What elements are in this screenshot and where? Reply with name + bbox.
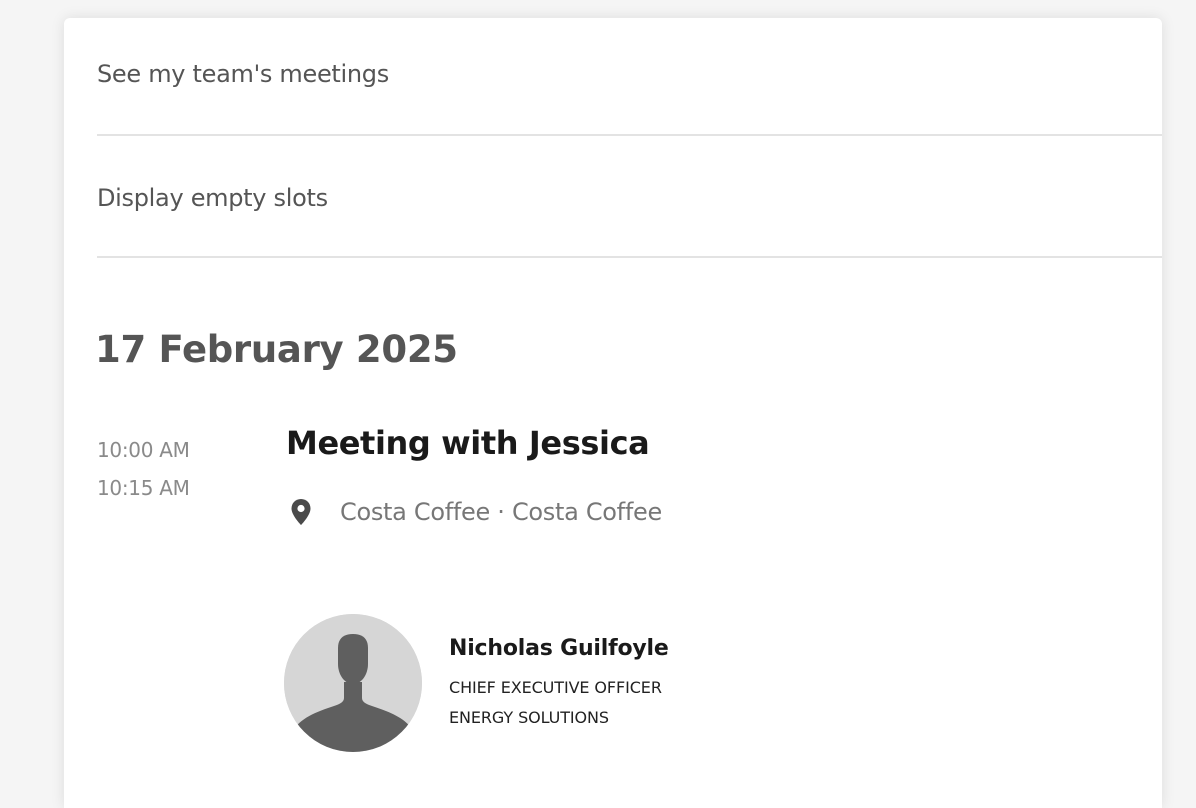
location-text: Costa Coffee · Costa Coffee bbox=[340, 498, 662, 526]
display-empty-slots-option[interactable]: Display empty slots bbox=[97, 184, 1162, 212]
meeting-title[interactable]: Meeting with Jessica bbox=[286, 424, 650, 462]
meeting-start-time: 10:00 AM bbox=[97, 438, 190, 462]
attendee-name[interactable]: Nicholas Guilfoyle bbox=[449, 636, 669, 661]
date-heading: 17 February 2025 bbox=[95, 328, 458, 371]
meeting-location: Costa Coffee · Costa Coffee bbox=[290, 498, 662, 526]
attendee-role: CHIEF EXECUTIVE OFFICER bbox=[449, 678, 662, 697]
avatar[interactable] bbox=[284, 614, 422, 752]
divider bbox=[97, 134, 1162, 136]
attendee-company: ENERGY SOLUTIONS bbox=[449, 708, 609, 727]
schedule-panel: See my team's meetings Display empty slo… bbox=[64, 18, 1162, 808]
map-pin-icon bbox=[291, 499, 311, 525]
divider bbox=[97, 256, 1162, 258]
user-silhouette-icon bbox=[284, 614, 422, 752]
see-team-meetings-option[interactable]: See my team's meetings bbox=[97, 60, 1162, 88]
meeting-end-time: 10:15 AM bbox=[97, 476, 190, 500]
